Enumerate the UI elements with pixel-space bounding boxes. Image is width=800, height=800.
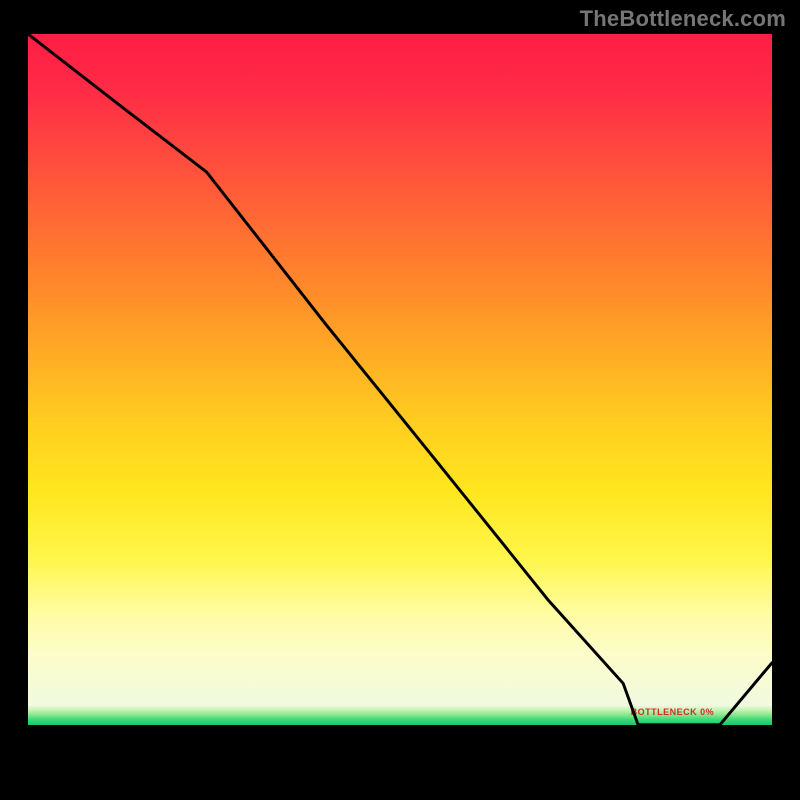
plot-area: BOTTLENECK 0% [28,34,772,772]
bottleneck-curve [28,34,772,772]
watermark-text: TheBottleneck.com [580,6,786,32]
chart-frame: TheBottleneck.com BOTTLENECK 0% [0,0,800,800]
